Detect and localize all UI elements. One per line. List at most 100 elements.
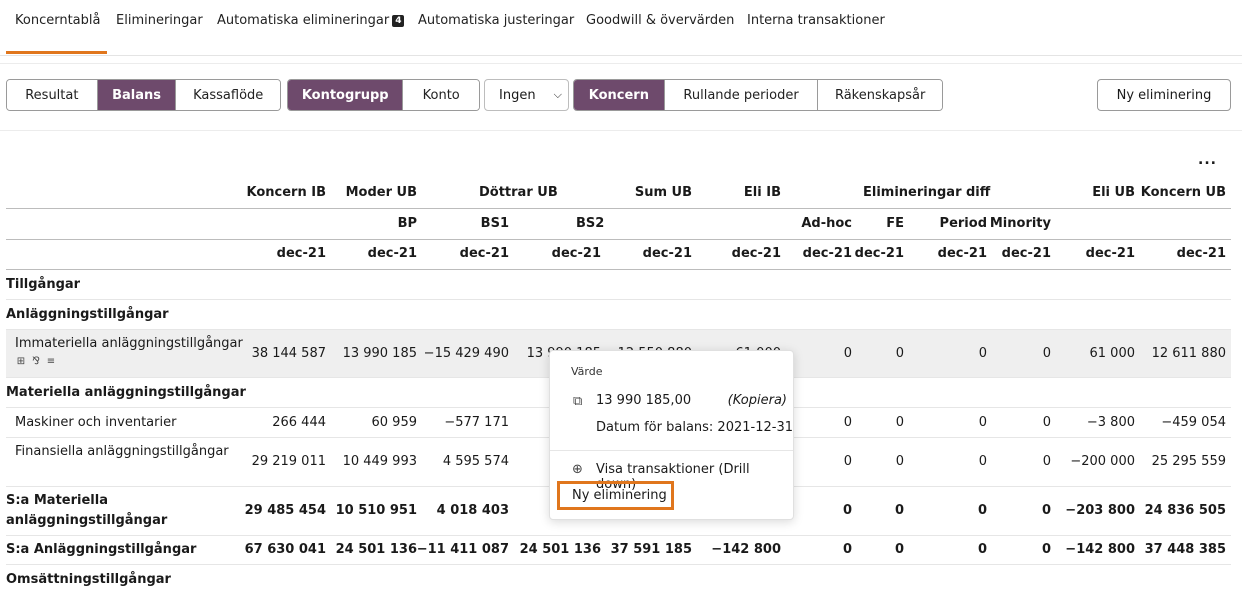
table-cell[interactable]: 0 (896, 346, 904, 361)
row-label: S:a Anläggningstillgångar (6, 542, 197, 557)
table-cell[interactable]: 67 630 041 (245, 542, 326, 557)
kontogrupp-button[interactable]: Kontogrupp (288, 80, 404, 110)
tab-interna-transaktioner[interactable]: Interna transaktioner (747, 13, 885, 28)
row-divider (6, 535, 1231, 536)
row-label[interactable]: Finansiella anläggningstillgångar (15, 444, 229, 459)
table-cell[interactable]: 0 (844, 346, 852, 361)
grouping-select[interactable]: Ingen ⌵ (484, 79, 569, 111)
tab-goodwill[interactable]: Goodwill & övervärden (586, 13, 734, 28)
table-cell[interactable]: 0 (895, 542, 904, 557)
copy-link[interactable]: (Kopiera) (728, 393, 787, 408)
table-cell[interactable]: −3 800 (1087, 415, 1135, 430)
kassaflode-button[interactable]: Kassaflöde (176, 80, 280, 110)
table-cell[interactable]: 29 219 011 (252, 454, 326, 469)
table-cell[interactable]: 37 591 185 (611, 542, 692, 557)
section-anlaggningstillgangar: Anläggningstillgångar (6, 307, 169, 322)
header-divider (6, 239, 1231, 240)
table-cell[interactable]: 0 (1042, 542, 1051, 557)
row-label[interactable]: Immateriella anläggningstillgångar (15, 336, 243, 351)
period-toggle: Koncern Rullande perioder Räkenskapsår (573, 79, 943, 111)
row-label[interactable]: Maskiner och inventarier (15, 415, 176, 430)
table-cell[interactable]: −459 054 (1161, 415, 1226, 430)
view-toggle: Resultat Balans Kassaflöde (6, 79, 281, 111)
table-cell[interactable]: 0 (1043, 415, 1051, 430)
copy-icon[interactable]: ⧉ (573, 394, 582, 409)
table-cell[interactable]: 0 (978, 542, 987, 557)
balans-button[interactable]: Balans (97, 80, 177, 110)
table-cell[interactable]: −200 000 (1070, 454, 1135, 469)
table-cell[interactable]: 0 (1042, 503, 1051, 518)
popup-divider (550, 450, 793, 451)
table-cell[interactable]: 0 (895, 503, 904, 518)
table-cell[interactable]: 13 990 185 (343, 346, 417, 361)
table-cell[interactable]: 0 (1043, 346, 1051, 361)
zoom-icon: ⊕ (572, 462, 583, 477)
table-cell[interactable]: 0 (843, 542, 852, 557)
rakenskapsar-button[interactable]: Räkenskapsår (818, 80, 942, 110)
date-label: dec-21 (854, 246, 904, 261)
row-divider (6, 299, 1231, 300)
table-cell[interactable]: 29 485 454 (245, 503, 326, 518)
koncern-button[interactable]: Koncern (574, 80, 665, 110)
table-cell[interactable]: 25 295 559 (1152, 454, 1226, 469)
table-cell[interactable]: 0 (896, 454, 904, 469)
popup-date: Datum för balans: 2021-12-31 (596, 420, 793, 435)
more-icon[interactable]: ... (1198, 152, 1217, 168)
table-cell[interactable]: 0 (979, 346, 987, 361)
resultat-button[interactable]: Resultat (7, 80, 98, 110)
table-cell[interactable]: −11 411 087 (417, 542, 509, 557)
table-cell[interactable]: 0 (896, 415, 904, 430)
table-cell[interactable]: −142 800 (711, 542, 781, 557)
table-cell[interactable]: 10 510 951 (336, 503, 417, 518)
table-cell[interactable]: 266 444 (272, 415, 326, 430)
table-cell[interactable]: 0 (844, 454, 852, 469)
table-cell[interactable]: 0 (979, 454, 987, 469)
table-cell[interactable]: 24 836 505 (1145, 503, 1226, 518)
table-cell[interactable]: −203 800 (1065, 503, 1135, 518)
table-cell[interactable]: 61 000 (1090, 346, 1136, 361)
hierarchy-icon[interactable]: ⅋ (30, 356, 42, 368)
section-tillgangar: Tillgångar (6, 277, 81, 292)
date-label: dec-21 (551, 246, 601, 261)
row-actions: ⊞ ⅋ ≡ (15, 356, 57, 368)
table-cell[interactable]: 37 448 385 (1145, 542, 1226, 557)
rullande-perioder-button[interactable]: Rullande perioder (664, 80, 819, 110)
table-cell[interactable]: 12 611 880 (1152, 346, 1226, 361)
table-cell[interactable]: 38 144 587 (252, 346, 326, 361)
table-cell[interactable]: −15 429 490 (424, 346, 509, 361)
table-cell[interactable]: 0 (978, 503, 987, 518)
table-cell[interactable]: 0 (979, 415, 987, 430)
new-elimination-button[interactable]: Ny eliminering (1097, 79, 1231, 111)
select-value: Ingen (499, 87, 536, 103)
konto-button[interactable]: Konto (403, 80, 479, 110)
table-cell[interactable]: 4 595 574 (443, 454, 509, 469)
table-cell[interactable]: 60 959 (372, 415, 418, 430)
cell-context-popup: Värde ⧉ 13 990 185,00 (Kopiera) Datum fö… (549, 350, 794, 520)
popup-value: 13 990 185,00 (596, 393, 692, 408)
col-elim-diff: Elimineringar diff (863, 185, 991, 200)
row-label: S:a Materiella (6, 493, 108, 508)
table-cell[interactable]: 24 501 136 (336, 542, 417, 557)
tab-koncerntabla[interactable]: Koncerntablå (15, 13, 100, 28)
table-cell[interactable]: 0 (1043, 454, 1051, 469)
chevron-down-icon: ⌵ (553, 88, 562, 101)
table-cell[interactable]: 24 501 136 (520, 542, 601, 557)
table-cell[interactable]: −577 171 (444, 415, 509, 430)
chart-icon[interactable]: ≡ (45, 356, 57, 368)
tab-automatiska-elimineringar[interactable]: Automatiska elimineringar 4 (217, 13, 405, 28)
expand-icon[interactable]: ⊞ (15, 356, 27, 368)
tab-automatiska-justeringar[interactable]: Automatiska justeringar (418, 13, 574, 28)
row-divider (6, 564, 1231, 565)
table-cell[interactable]: 10 449 993 (343, 454, 417, 469)
col-bp: BP (397, 216, 417, 231)
col-bs1: BS1 (480, 216, 509, 231)
new-elimination-menu-item[interactable]: Ny eliminering (557, 481, 674, 510)
table-cell[interactable]: 4 018 403 (437, 503, 509, 518)
table-cell[interactable]: −142 800 (1065, 542, 1135, 557)
table-cell[interactable]: 0 (844, 415, 852, 430)
date-label: dec-21 (367, 246, 417, 261)
date-label: dec-21 (1176, 246, 1226, 261)
tab-elimineringar[interactable]: Elimineringar (116, 13, 203, 28)
table-cell[interactable]: 0 (843, 503, 852, 518)
col-sum-ub: Sum UB (634, 185, 692, 200)
